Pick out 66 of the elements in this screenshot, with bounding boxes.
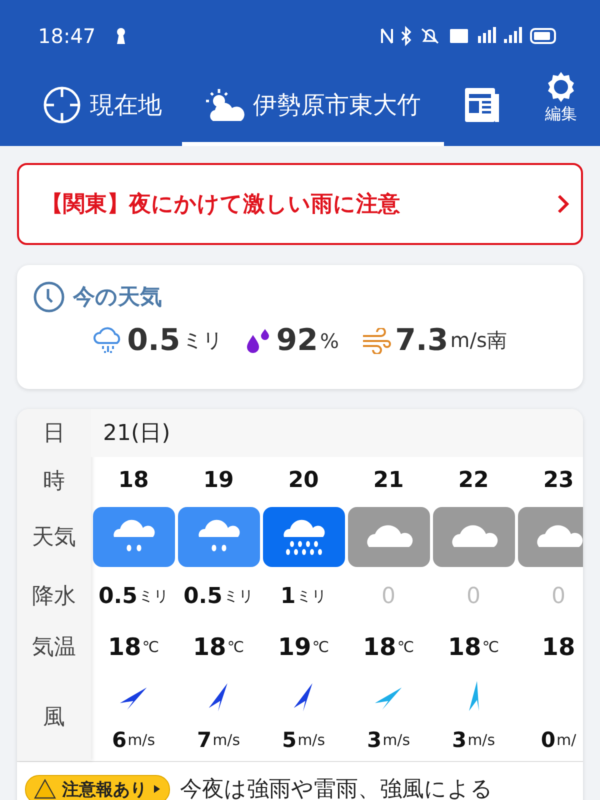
temperature-unit: ℃	[397, 638, 414, 656]
wind-speed-unit: m/s	[382, 731, 410, 749]
chevron-right-icon	[557, 194, 569, 214]
temperature-unit: ℃	[482, 638, 500, 656]
row-label: 天気	[31, 524, 77, 552]
row-label: 時	[42, 468, 66, 496]
precipitation-unit: ミリ	[223, 586, 254, 606]
humidity-value: 92	[276, 323, 318, 358]
temperature-value: 18	[192, 633, 226, 661]
settings-button[interactable]: 編集	[544, 70, 578, 146]
newspaper-icon	[464, 86, 500, 124]
wind-speed-value: 7	[196, 728, 212, 752]
wind-speed-unit: m/s	[212, 731, 240, 749]
keyhole-icon	[116, 27, 126, 45]
wind-speed-unit: m/s	[298, 731, 326, 749]
temperature-value: 18	[362, 633, 396, 661]
card-title: 今の天気	[73, 284, 162, 312]
row-label: 風	[42, 704, 66, 732]
wind-speed-unit: m/s	[128, 731, 156, 749]
precipitation-value: 0.5	[127, 323, 180, 358]
crosshair-icon	[42, 85, 82, 125]
wind-speed-value: 6	[112, 728, 127, 752]
wind-speed-value: 3	[366, 728, 382, 752]
sun-cloud-icon	[205, 87, 245, 123]
location-tab[interactable]: 現在地	[42, 72, 182, 146]
row-label: 降水	[31, 583, 77, 611]
humidity-unit: %	[320, 328, 340, 352]
temperature-value: 18	[108, 633, 142, 661]
hour-label: 22	[457, 467, 490, 495]
hour-label: 21	[372, 467, 405, 495]
advisory-text: 今夜は強雨や雷雨、強風による	[180, 776, 493, 800]
wind-speed-unit: m/s	[468, 731, 496, 749]
hour-label: 23	[542, 467, 575, 495]
advisory-badge[interactable]: 注意報あり	[25, 774, 170, 800]
date-label: 21(日)	[103, 420, 170, 448]
alert-banner[interactable]: 【関東】夜にかけて激しい雨に注意	[17, 163, 583, 245]
wind-speed-value: 5	[282, 728, 297, 752]
status-time: 18:47	[38, 24, 96, 48]
precipitation-amount: 1	[280, 584, 296, 608]
wind-icon	[361, 328, 392, 354]
hour-label: 19	[202, 467, 235, 495]
wind-speed-unit: m/	[556, 731, 576, 749]
precipitation-amount: 0	[382, 584, 396, 608]
hour-label: 18	[117, 467, 150, 495]
temperature-value: 19	[278, 633, 312, 661]
precipitation-unit: ミリ	[182, 327, 222, 354]
temperature-unit: ℃	[312, 638, 330, 656]
row-label: 気温	[31, 634, 77, 662]
wind-speed-value: 0	[540, 728, 556, 752]
temperature-value: 18	[542, 633, 576, 661]
precipitation-unit: ミリ	[296, 586, 327, 606]
precipitation-unit: ミリ	[138, 586, 168, 606]
wind-value: 7.3	[395, 323, 448, 358]
clock-icon	[33, 281, 65, 313]
precipitation-amount: 0.5	[184, 584, 222, 608]
precipitation-amount: 0.5	[98, 584, 138, 608]
row-label: 日	[42, 420, 66, 448]
precipitation-amount: 0	[552, 584, 566, 608]
precipitation-amount: 0	[466, 584, 480, 608]
temperature-unit: ℃	[142, 638, 160, 656]
temperature-value: 18	[448, 633, 482, 661]
wind-unit: m/s南	[450, 327, 507, 354]
location-tab[interactable]: 伊勢原市東大竹	[182, 72, 444, 146]
hour-label: 20	[287, 467, 320, 495]
wind-speed-value: 3	[452, 728, 467, 752]
temperature-unit: ℃	[227, 638, 244, 656]
